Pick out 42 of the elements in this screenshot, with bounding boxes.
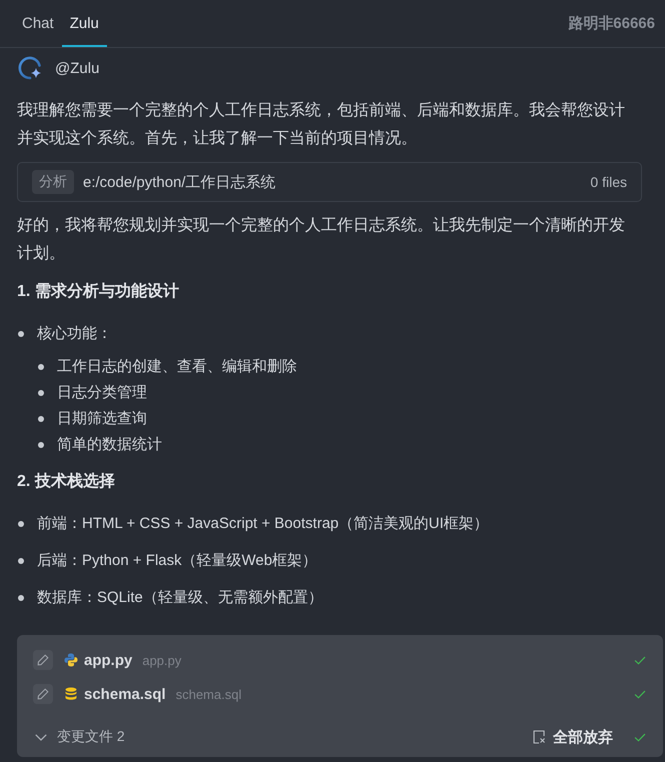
user-name: 路明非66666 — [568, 14, 656, 33]
python-icon — [64, 653, 78, 667]
list-item-text: 工作日志的创建、查看、编辑和删除 — [57, 357, 297, 377]
edit-button[interactable] — [33, 650, 53, 670]
analyze-tag: 分析 — [32, 170, 74, 194]
list-item-text: 前端：HTML + CSS + JavaScript + Bootstrap（简洁美观的UI框架） — [37, 514, 489, 534]
list-item-text: 后端：Python + Flask（轻量级Web框架） — [37, 551, 318, 571]
bullet-icon — [18, 558, 24, 564]
changed-files-count: 变更文件 2 — [57, 728, 125, 746]
file-path: app.py — [142, 652, 182, 668]
chevron-down-icon[interactable] — [35, 734, 47, 740]
tab[interactable]: Chat — [14, 0, 62, 47]
bullet-icon — [18, 331, 24, 337]
file-name[interactable]: schema.sql — [84, 686, 166, 702]
list-item-text: 日期筛选查询 — [57, 409, 147, 429]
edit-button[interactable] — [33, 684, 53, 704]
bullet-icon — [38, 364, 44, 370]
file-path: schema.sql — [176, 686, 242, 702]
agent-name: @Zulu — [55, 60, 100, 76]
section-heading: 2. 技术栈选择 — [17, 472, 116, 492]
message-paragraph: 好的，我将帮您规划并实现一个完整的个人工作日志系统。让我先制定一个清晰的开发计划。 — [17, 216, 626, 264]
file-name[interactable]: app.py — [84, 652, 132, 668]
bullet-icon — [38, 442, 44, 448]
tab[interactable]: Zulu — [62, 0, 107, 47]
bullet-icon — [18, 595, 24, 601]
bullet-icon — [38, 390, 44, 396]
discard-icon — [533, 730, 546, 744]
bullet-icon — [38, 416, 44, 422]
folder-path: e:/code/python/工作日志系统 — [83, 172, 276, 192]
list-item-text: 核心功能： — [37, 324, 112, 344]
database-icon — [64, 687, 78, 701]
file-count: 0 files — [590, 174, 627, 190]
zulu-logo-icon — [18, 56, 42, 80]
discard-all-button[interactable]: 全部放弃 — [533, 728, 613, 746]
pencil-icon — [37, 688, 49, 700]
bullet-icon — [18, 521, 24, 527]
list-item-text: 简单的数据统计 — [57, 435, 162, 455]
list-item-text: 数据库：SQLite（轻量级、无需额外配置） — [37, 588, 323, 608]
list-item-text: 日志分类管理 — [57, 383, 147, 403]
message-paragraph: 我理解您需要一个完整的个人工作日志系统，包括前端、后端和数据库。我会帮您设计并实现这个系统。首先，让我了解一下当前的项目情况。 — [17, 100, 626, 149]
pencil-icon — [37, 654, 49, 666]
section-heading: 1. 需求分析与功能设计 — [17, 282, 180, 302]
